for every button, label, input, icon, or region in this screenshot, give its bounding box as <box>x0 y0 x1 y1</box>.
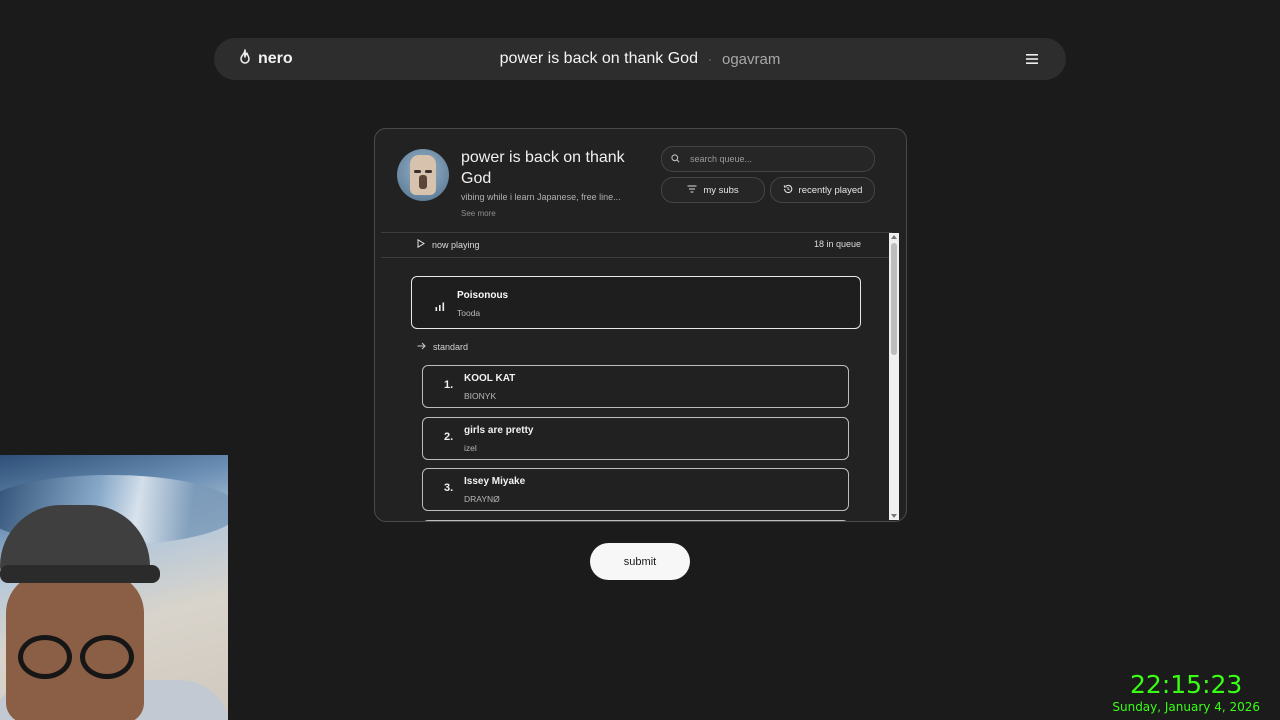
playlist-description: vibing while i learn Japanese, free line… <box>461 192 621 202</box>
see-more-link[interactable]: See more <box>461 209 496 218</box>
queue-item[interactable]: 1. KOOL KAT BIONYK <box>422 365 849 408</box>
scrollbar-thumb[interactable] <box>891 243 897 355</box>
header-separator: · <box>707 52 712 66</box>
my-subs-button[interactable]: my subs <box>661 177 765 203</box>
history-icon <box>783 184 793 197</box>
queue-item-number: 2. <box>444 430 454 443</box>
playlist-title: power is back on thank God <box>461 149 625 187</box>
search-queue-input[interactable] <box>688 153 862 165</box>
recently-played-button[interactable]: recently played <box>770 177 875 203</box>
play-icon <box>417 238 425 250</box>
search-queue-field[interactable] <box>661 146 875 172</box>
clock-time: 22:15:23 <box>1130 670 1243 699</box>
webcam-overlay <box>0 455 228 720</box>
top-nav-bar: nero power is back on thank God · ogavra… <box>214 38 1066 80</box>
queue-item-title: KOOL KAT <box>464 373 516 384</box>
now-playing-toggle[interactable]: now playing <box>417 238 480 250</box>
queue-item[interactable]: 3. Issey Miyake DRAYNØ <box>422 468 849 511</box>
header-title-group: power is back on thank God · ogavram <box>214 38 1066 80</box>
arrow-right-icon <box>417 342 426 352</box>
queue-item-number: 1. <box>444 379 454 391</box>
now-playing-artist: Tooda <box>457 308 481 318</box>
queue-item-number: 3. <box>444 482 454 494</box>
queue-list: 1. KOOL KAT BIONYK 2. girls are pretty i… <box>422 365 849 521</box>
recently-played-label: recently played <box>798 184 863 196</box>
equalizer-icon <box>435 298 445 316</box>
queue-card: power is back on thank God vibing while … <box>374 128 907 522</box>
my-subs-label: my subs <box>703 184 739 196</box>
clock-date: Sunday, January 4, 2026 <box>1112 700 1260 714</box>
filter-icon <box>687 184 697 196</box>
hamburger-menu-icon[interactable] <box>1024 51 1040 67</box>
section-label: standard <box>433 342 469 352</box>
scroll-up-arrow-icon[interactable] <box>891 235 897 239</box>
header-playlist-title: power is back on thank God <box>499 50 698 67</box>
queue-scrollbar[interactable] <box>889 233 899 520</box>
queue-item-artist: izel <box>464 442 477 453</box>
queue-item-title: Issey Miyake <box>464 476 526 487</box>
queue-item-artist: BIONYK <box>464 391 497 401</box>
queue-item[interactable]: 2. girls are pretty izel <box>422 416 849 460</box>
now-playing-header: now playing 18 in queue <box>381 232 892 258</box>
clock-overlay: 22:15:23 Sunday, January 4, 2026 <box>1112 670 1260 714</box>
avatar-moai-image <box>410 155 436 195</box>
queue-list-area[interactable]: now playing 18 in queue Poisonous Tooda … <box>381 232 892 521</box>
queue-count: 18 in queue <box>813 239 861 249</box>
scroll-down-arrow-icon[interactable] <box>891 514 897 518</box>
search-icon <box>662 150 680 168</box>
now-playing-track[interactable]: Poisonous Tooda <box>411 276 861 329</box>
queue-item-partial[interactable] <box>422 519 849 521</box>
now-playing-label: now playing <box>432 239 480 250</box>
now-playing-title: Poisonous <box>457 290 509 301</box>
header-username[interactable]: ogavram <box>722 51 780 68</box>
playlist-avatar <box>397 149 449 201</box>
standard-section-header: standard <box>417 342 468 352</box>
queue-item-title: girls are pretty <box>464 424 534 436</box>
queue-item-artist: DRAYNØ <box>464 494 500 504</box>
submit-button[interactable]: submit <box>590 543 690 580</box>
